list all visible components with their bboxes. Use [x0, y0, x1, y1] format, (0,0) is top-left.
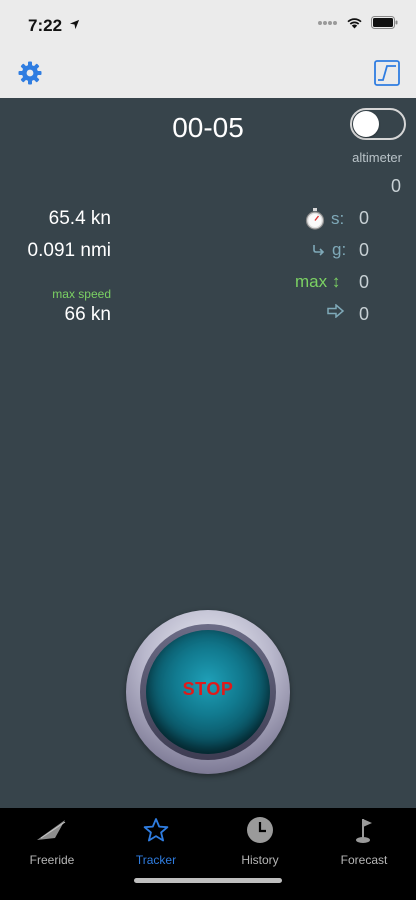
flag-icon: [356, 819, 372, 843]
tab-label-history: History: [241, 853, 279, 867]
tab-bar: Freeride Tracker History Forecast: [0, 808, 416, 900]
stat-row-s: s:: [305, 208, 344, 230]
stat-label-max-vertical: max ↕: [295, 272, 341, 291]
stop-button-label: STOP: [182, 679, 234, 699]
max-speed-label: max speed: [52, 287, 111, 301]
gear-icon[interactable]: [17, 60, 43, 86]
status-time: 7:22: [28, 16, 80, 36]
tab-tracker[interactable]: Tracker: [104, 816, 208, 867]
stat-value-direction: 0: [358, 304, 369, 324]
tab-label-freeride: Freeride: [29, 853, 75, 867]
status-bar: 7:22: [0, 0, 416, 52]
altimeter-label: altimeter: [352, 150, 402, 165]
distance-value: 0.091 nmi: [27, 240, 111, 261]
stat-row-g: g:: [312, 240, 346, 260]
wifi-icon: [347, 18, 362, 29]
altimeter-value: 0: [390, 176, 401, 196]
stopwatch-icon: [305, 208, 325, 230]
stop-button[interactable]: STOP: [126, 610, 290, 774]
tab-label-forecast: Forecast: [340, 853, 388, 867]
tab-history[interactable]: History: [208, 816, 312, 867]
stat-value-max-vertical: 0: [358, 272, 369, 292]
stat-label-s: s:: [331, 209, 345, 228]
star-icon: [143, 818, 169, 842]
battery-icon: [371, 16, 398, 29]
stat-value-g: 0: [358, 240, 369, 260]
stat-value-s: 0: [358, 208, 369, 228]
right-arrow-icon: [327, 304, 345, 318]
stat-row-direction: [327, 304, 345, 318]
glide-arrow-icon: [313, 245, 325, 256]
toggle-knob: [353, 111, 379, 137]
altimeter-toggle[interactable]: [350, 108, 406, 140]
clock-time: 7:22: [28, 16, 63, 35]
nav-bar: [0, 52, 416, 98]
signal-icon: [318, 20, 337, 25]
tab-forecast[interactable]: Forecast: [312, 816, 416, 867]
status-icons: [318, 16, 398, 29]
stat-label-g: g:: [332, 240, 347, 259]
tab-label-tracker: Tracker: [135, 853, 177, 867]
location-arrow-icon: [69, 19, 79, 30]
tab-freeride[interactable]: Freeride: [0, 816, 104, 867]
stat-row-max-vertical: max ↕: [295, 272, 340, 292]
speed-value: 65.4 kn: [48, 208, 111, 229]
tracker-panel: 00-05 altimeter 0 65.4 kn 0.091 nmi max …: [0, 98, 416, 808]
home-indicator: [134, 878, 282, 883]
hang-glider-icon: [37, 820, 66, 840]
max-speed-value: 66 kn: [64, 304, 111, 325]
chart-icon[interactable]: [374, 60, 400, 86]
clock-icon: [247, 817, 273, 843]
